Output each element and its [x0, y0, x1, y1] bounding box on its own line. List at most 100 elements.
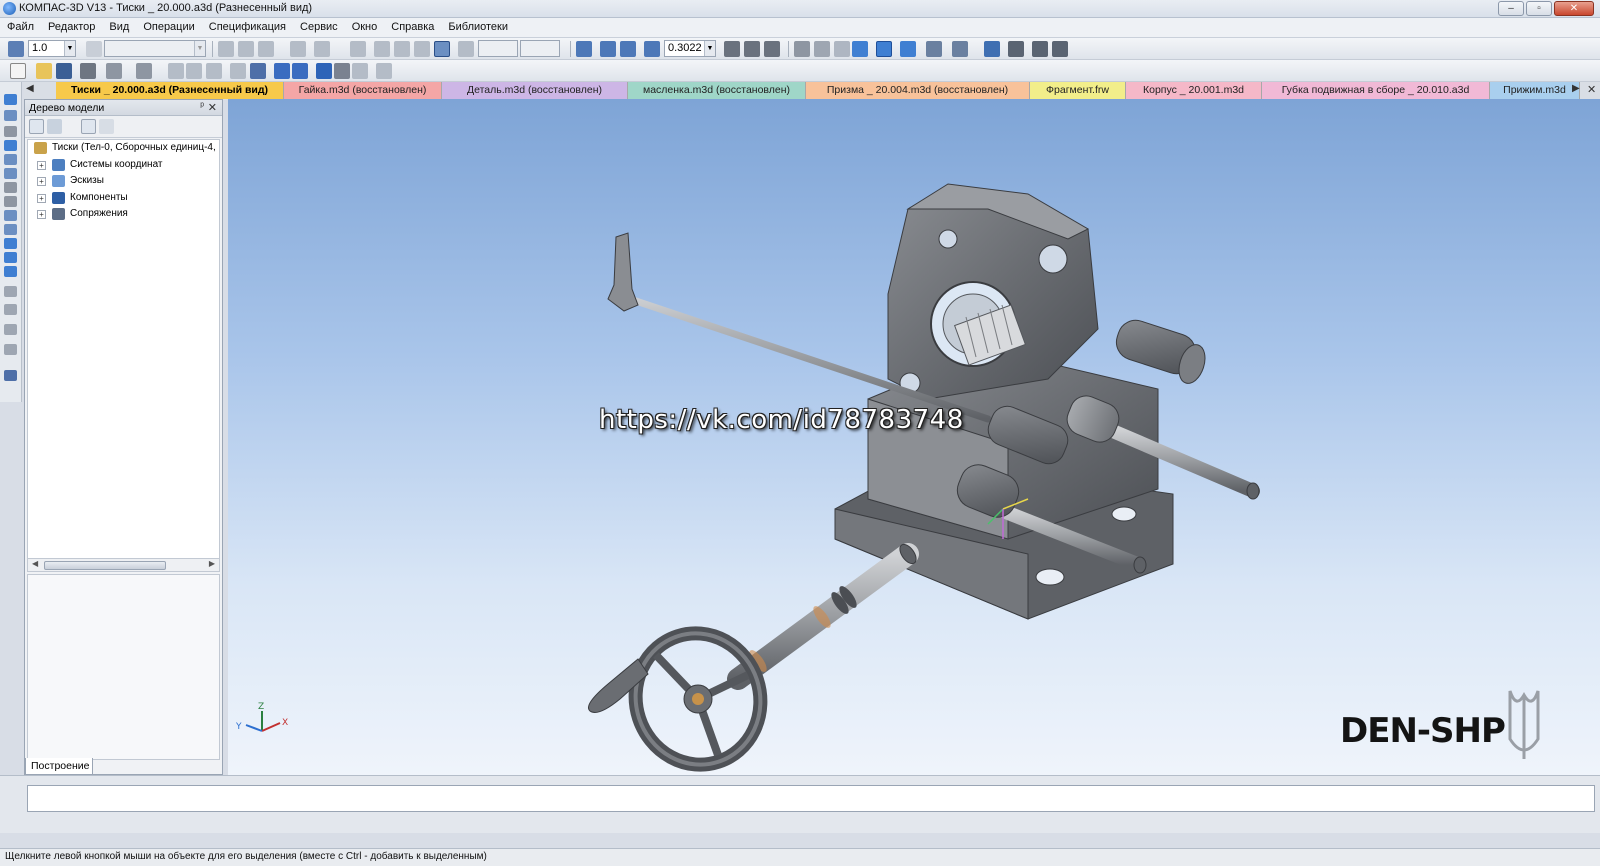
variables-icon[interactable] [352, 63, 368, 79]
libraries-icon[interactable] [4, 370, 17, 381]
step-field[interactable]: 1.0 ▼ [28, 40, 76, 57]
expand-icon[interactable]: + [37, 160, 46, 170]
coord-x-field[interactable] [478, 40, 518, 57]
zoom-scale-icon[interactable] [644, 41, 660, 57]
aux-geometry-icon[interactable] [4, 168, 17, 179]
pan-icon[interactable] [724, 41, 740, 57]
properties-icon[interactable] [136, 63, 152, 79]
tab-document[interactable]: Корпус _ 20.001.m3d [1126, 82, 1262, 99]
menu-libraries[interactable]: Библиотеки [441, 18, 515, 37]
measure-icon[interactable] [984, 41, 1000, 57]
menu-view[interactable]: Вид [102, 18, 136, 37]
tree-display-icon[interactable] [47, 119, 62, 134]
local-cs-icon[interactable] [8, 41, 24, 57]
edit-assembly-icon[interactable] [4, 94, 17, 105]
cut-section-icon[interactable] [4, 324, 17, 335]
zoom-in-icon[interactable] [600, 41, 616, 57]
tab-document[interactable]: Губка подвижная в сборе _ 20.010.a3d [1262, 82, 1490, 99]
tab-document[interactable]: Призма _ 20.004.m3d (восстановлен) [806, 82, 1030, 99]
close-tab-icon[interactable]: ✕ [1587, 83, 1596, 96]
rotate-icon[interactable] [744, 41, 760, 57]
tree-structure-icon[interactable] [29, 119, 44, 134]
tree-item[interactable]: + Системы координат [28, 157, 219, 174]
menu-file[interactable]: Файл [0, 18, 41, 37]
close-button[interactable]: ✕ [1554, 1, 1594, 16]
thin-lines-icon[interactable] [834, 41, 850, 57]
zoom-window-icon[interactable] [576, 41, 592, 57]
library-icon[interactable] [334, 63, 350, 79]
scrollbar-thumb[interactable] [44, 561, 166, 570]
print-icon[interactable] [80, 63, 96, 79]
rebuild-icon[interactable] [1052, 41, 1068, 57]
surfaces-icon[interactable] [4, 140, 17, 151]
redo-icon[interactable] [292, 63, 308, 79]
open-file-icon[interactable] [36, 63, 52, 79]
tab-document[interactable]: Гайка.m3d (восстановлен) [284, 82, 442, 99]
normal-icon[interactable] [414, 41, 430, 57]
tab-document[interactable]: Деталь.m3d (восстановлен) [442, 82, 628, 99]
xy-icon[interactable] [458, 41, 474, 57]
halftone-icon[interactable] [852, 41, 868, 57]
grid-toggle-icon[interactable] [314, 41, 330, 57]
chevron-down-icon[interactable]: ▼ [194, 41, 205, 56]
reports-icon[interactable] [4, 238, 17, 249]
measure-diag-icon[interactable] [4, 196, 17, 207]
halftone-edges-icon[interactable] [876, 41, 892, 57]
tab-document[interactable]: Тиски _ 20.000.a3d (Разнесенный вид) [56, 82, 284, 99]
select-filter-icon[interactable] [952, 41, 968, 57]
round-icon[interactable] [290, 41, 306, 57]
explode-icon[interactable] [4, 344, 17, 355]
close-icon[interactable]: ✕ [208, 101, 217, 114]
filter-icon[interactable] [926, 41, 942, 57]
cursor-icon[interactable] [350, 41, 366, 57]
undo-icon[interactable] [274, 63, 290, 79]
paste-icon[interactable] [206, 63, 222, 79]
tab-document[interactable]: Прижим.m3d [1490, 82, 1580, 99]
command-input[interactable] [27, 785, 1595, 812]
tab-document[interactable]: масленка.m3d (восстановлен) [628, 82, 806, 99]
tree-item[interactable]: + Компоненты [28, 190, 219, 207]
horizontal-scrollbar[interactable]: ◀ ▶ [27, 558, 220, 572]
magnet-icon[interactable] [434, 41, 450, 57]
zoom-field[interactable]: 0.3022 ▼ [664, 40, 716, 57]
tree-options-icon[interactable] [99, 119, 114, 134]
pin-icon[interactable]: ᵖ [200, 101, 204, 112]
perspective-icon[interactable] [900, 41, 916, 57]
menu-service[interactable]: Сервис [293, 18, 345, 37]
layer-icon[interactable] [86, 41, 102, 57]
wireframe-icon[interactable] [794, 41, 810, 57]
coord-y-field[interactable] [520, 40, 560, 57]
scroll-right-icon[interactable]: ▶ [209, 559, 215, 568]
tree-item[interactable]: + Эскизы [28, 173, 219, 190]
menu-editor[interactable]: Редактор [41, 18, 102, 37]
mcp-icon[interactable] [1008, 41, 1024, 57]
minimize-button[interactable]: – [1498, 1, 1524, 16]
format-icon[interactable] [230, 63, 246, 79]
chevron-down-icon[interactable]: ▼ [64, 41, 75, 56]
table-icon[interactable] [250, 63, 266, 79]
tree-list-icon[interactable] [81, 119, 96, 134]
scroll-left-icon[interactable]: ◀ [32, 559, 38, 568]
angle-icon[interactable] [394, 41, 410, 57]
expand-icon[interactable]: + [37, 177, 46, 186]
ortho-icon[interactable] [258, 41, 274, 57]
snap-icon[interactable] [218, 41, 234, 57]
spec-icon[interactable] [1032, 41, 1048, 57]
chevron-down-icon[interactable]: ▼ [704, 41, 715, 56]
hidden-lines-icon[interactable] [814, 41, 830, 57]
manager-icon[interactable] [316, 63, 332, 79]
cut-icon[interactable] [168, 63, 184, 79]
tree-item[interactable]: + Сопряжения [28, 206, 219, 223]
preview-icon[interactable] [106, 63, 122, 79]
grid-icon[interactable] [238, 41, 254, 57]
tab-document[interactable]: Фрагмент.frw [1030, 82, 1126, 99]
save-icon[interactable] [56, 63, 72, 79]
tab-scroll-right-icon[interactable]: ▶ [1572, 83, 1580, 94]
view-icon[interactable] [4, 286, 17, 297]
arrays-icon[interactable] [4, 154, 17, 165]
copy-icon[interactable] [186, 63, 202, 79]
model-viewport[interactable]: Z X Y https://vk.com/id78783748 DEN-SHP [228, 99, 1600, 775]
menu-help[interactable]: Справка [384, 18, 441, 37]
mates-icon[interactable] [4, 182, 17, 193]
menu-window[interactable]: Окно [345, 18, 385, 37]
